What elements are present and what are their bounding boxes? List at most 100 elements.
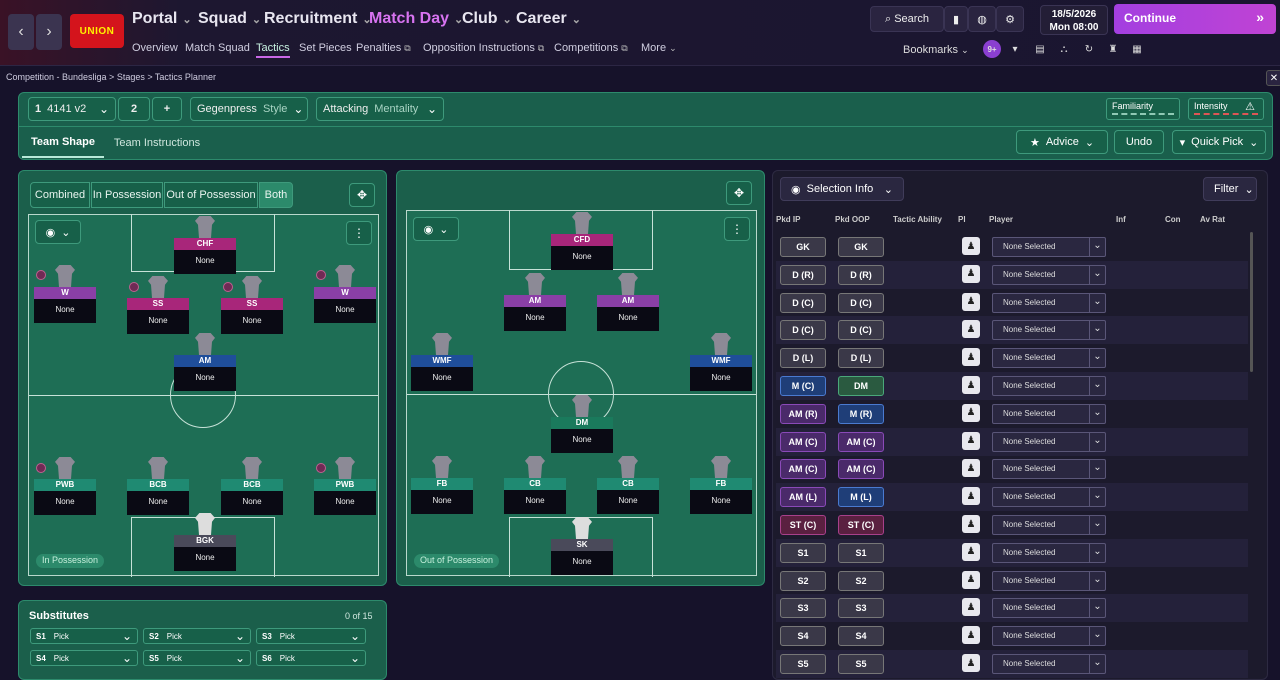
search-button[interactable]: ⌕ Search (870, 6, 944, 32)
sub-slot-s1[interactable]: S1 Pick ⌄ (30, 628, 138, 644)
picked-ip-position[interactable]: S5 (780, 654, 826, 674)
subnav-opposition-instructions[interactable]: Opposition Instructions ⧉ (423, 42, 544, 54)
picked-oop-position[interactable]: ST (C) (838, 515, 884, 535)
player-slot-bcb-left[interactable]: BCB None (127, 457, 189, 523)
nav-club[interactable]: Club ⌄ (462, 8, 512, 30)
player-silhouette-icon[interactable]: ♟ (962, 459, 980, 478)
settings-gear-icon[interactable]: ⚙ (996, 6, 1024, 32)
picked-oop-position[interactable]: S1 (838, 542, 884, 563)
player-slot-wmf-left[interactable]: WMF None (411, 333, 473, 399)
picked-ip-position[interactable]: S4 (780, 626, 826, 647)
picked-oop-position[interactable]: M (L) (838, 487, 884, 508)
sub-slot-s6[interactable]: S6 Pick ⌄ (256, 650, 366, 666)
table-row[interactable]: D (R) D (R) ♟ None Selected ⌄ (776, 260, 1248, 289)
picked-oop-position[interactable]: GK (838, 237, 884, 257)
visibility-toggle[interactable]: ◉ ⌄ (35, 220, 81, 244)
player-slot-pwb-left[interactable]: PWB None (34, 457, 96, 523)
picked-ip-position[interactable]: S1 (780, 542, 826, 563)
familiarity-meter[interactable]: Familiarity (1106, 98, 1180, 120)
selection-info-dropdown[interactable]: ◉ Selection Info ⌄ (780, 177, 904, 201)
calendar-icon[interactable]: ▦ (1128, 40, 1146, 58)
player-slot-ss-right[interactable]: SS None (221, 276, 283, 342)
nav-recruitment[interactable]: Recruitment ⌄ (264, 8, 372, 30)
mentality-dropdown[interactable]: Attacking Mentality ⌄ (316, 97, 444, 121)
picked-ip-position[interactable]: D (L) (780, 348, 826, 369)
picked-oop-position[interactable]: D (C) (838, 320, 884, 341)
toggle-out-of-possession[interactable]: Out of Possession (164, 182, 258, 208)
subnav-competitions[interactable]: Competitions ⧉ (554, 42, 628, 54)
quick-pick-button[interactable]: ▾ Quick Pick ⌄ (1172, 130, 1266, 154)
player-silhouette-icon[interactable]: ♟ (962, 431, 980, 450)
subnav-overview[interactable]: Overview (132, 42, 178, 54)
player-slot-w-left[interactable]: W None (34, 265, 96, 331)
player-slot-dm[interactable]: DM None (551, 395, 613, 461)
continue-button[interactable]: Continue » (1114, 4, 1276, 34)
globe-icon[interactable]: ◍ (968, 6, 996, 32)
table-row[interactable]: M (C) DM ♟ None Selected ⌄ (776, 372, 1248, 400)
picked-ip-position[interactable]: AM (L) (780, 487, 826, 508)
player-select[interactable]: None Selected ⌄ (992, 292, 1106, 313)
intensity-meter[interactable]: Intensity ⚠ (1188, 98, 1264, 120)
move-icon[interactable]: ✥ (349, 183, 375, 207)
forward-button[interactable]: › (36, 14, 62, 50)
picked-ip-position[interactable]: D (C) (780, 320, 826, 341)
player-silhouette-icon[interactable]: ♟ (962, 237, 980, 255)
player-select[interactable]: None Selected ⌄ (992, 598, 1106, 619)
table-row[interactable]: AM (C) AM (C) ♟ None Selected ⌄ (776, 427, 1248, 456)
undo-button[interactable]: Undo (1114, 130, 1164, 154)
picked-oop-position[interactable]: AM (C) (838, 459, 884, 480)
table-row[interactable]: S5 S5 ♟ None Selected ⌄ (776, 650, 1248, 678)
subnav-more[interactable]: More ⌄ (641, 42, 677, 54)
player-slot-w-right[interactable]: W None (314, 265, 376, 331)
toggle-in-possession[interactable]: In Possession (91, 182, 163, 208)
table-row[interactable]: AM (L) M (L) ♟ None Selected ⌄ (776, 483, 1248, 512)
subnav-tactics[interactable]: Tactics (256, 42, 290, 58)
subnav-set-pieces[interactable]: Set Pieces (299, 42, 352, 54)
col-con[interactable]: Con (1165, 215, 1181, 224)
close-icon[interactable]: ✕ (1266, 70, 1280, 86)
notifications-badge[interactable]: 9+ (983, 40, 1001, 58)
player-silhouette-icon[interactable]: ♟ (962, 626, 980, 645)
col-pkd-ip[interactable]: Pkd IP (776, 215, 800, 224)
player-silhouette-icon[interactable]: ♟ (962, 348, 980, 367)
table-row[interactable]: S4 S4 ♟ None Selected ⌄ (776, 622, 1248, 650)
picked-ip-position[interactable]: S3 (780, 598, 826, 619)
nav-match-day[interactable]: Match Day ⌄ (369, 8, 463, 30)
player-slot-wmf-right[interactable]: WMF None (690, 333, 752, 399)
player-slot-ss-left[interactable]: SS None (127, 276, 189, 342)
player-silhouette-icon[interactable]: ♟ (962, 264, 980, 283)
player-silhouette-icon[interactable]: ♟ (962, 654, 980, 672)
table-row[interactable]: D (L) D (L) ♟ None Selected ⌄ (776, 344, 1248, 372)
col-pl[interactable]: Pl (958, 215, 966, 224)
player-select[interactable]: None Selected ⌄ (992, 264, 1106, 285)
player-select[interactable]: None Selected ⌄ (992, 237, 1106, 257)
filter-dropdown[interactable]: Filter ⌄ (1203, 177, 1257, 201)
picked-ip-position[interactable]: M (C) (780, 376, 826, 396)
player-silhouette-icon[interactable]: ♟ (962, 320, 980, 339)
trophy-icon[interactable]: ♜ (1104, 40, 1122, 58)
layout-icon[interactable]: ⋮ (724, 217, 750, 241)
scrollbar[interactable] (1250, 232, 1253, 372)
sub-slot-s3[interactable]: S3 Pick ⌄ (256, 628, 366, 644)
refresh-icon[interactable]: ↻ (1080, 40, 1098, 58)
player-silhouette-icon[interactable]: ♟ (962, 542, 980, 561)
player-select[interactable]: None Selected ⌄ (992, 403, 1106, 424)
subnav-penalties[interactable]: Penalties ⧉ (356, 42, 411, 54)
col-tactic-ability[interactable]: Tactic Ability (893, 215, 942, 224)
nav-squad[interactable]: Squad ⌄ (198, 8, 261, 30)
player-silhouette-icon[interactable]: ♟ (962, 515, 980, 533)
tab-team-instructions[interactable]: Team Instructions (112, 128, 202, 158)
picked-ip-position[interactable]: ST (C) (780, 515, 826, 535)
picked-ip-position[interactable]: D (R) (780, 264, 826, 285)
col-inf[interactable]: Inf (1116, 215, 1126, 224)
player-select[interactable]: None Selected ⌄ (992, 348, 1106, 369)
player-select[interactable]: None Selected ⌄ (992, 654, 1106, 674)
player-slot-cb-right[interactable]: CB None (597, 456, 659, 522)
style-dropdown[interactable]: Gegenpress Style ⌄ (190, 97, 308, 121)
player-select[interactable]: None Selected ⌄ (992, 570, 1106, 591)
picked-oop-position[interactable]: S4 (838, 626, 884, 647)
player-slot-fb-left[interactable]: FB None (411, 456, 473, 522)
col-pkd-oop[interactable]: Pkd OOP (835, 215, 870, 224)
bookmarks-menu[interactable]: Bookmarks ⌄ (903, 44, 969, 56)
player-select[interactable]: None Selected ⌄ (992, 487, 1106, 508)
